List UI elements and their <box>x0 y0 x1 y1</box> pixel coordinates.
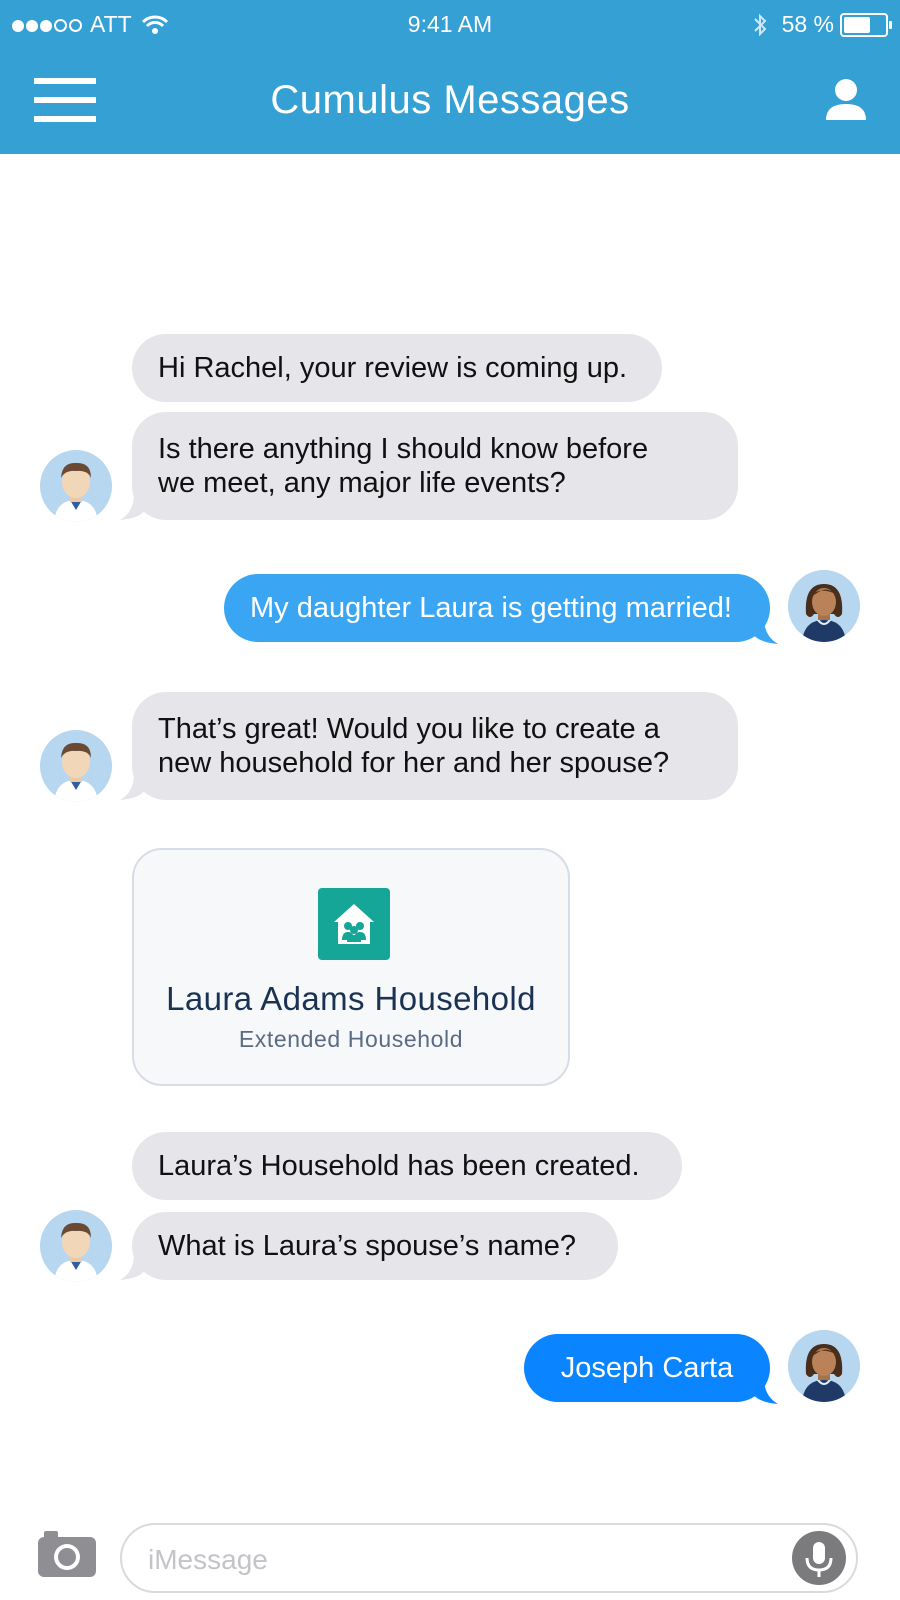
camera-icon[interactable] <box>38 1529 96 1577</box>
bubble-tail <box>120 1254 146 1280</box>
message-bubble: What is Laura’s spouse’s name? <box>132 1212 618 1280</box>
message-text: That’s great! Would you like to create a… <box>158 713 670 779</box>
household-icon <box>318 888 390 960</box>
message-input-placeholder: iMessage <box>148 1544 268 1575</box>
message-text: Hi Rachel, your review is coming up. <box>158 352 628 384</box>
household-type: Extended Household <box>238 1026 464 1052</box>
bluetooth-icon <box>753 13 766 36</box>
message-text: My daughter Laura is getting married! <box>250 592 732 624</box>
battery-icon <box>840 12 892 37</box>
message-composer: iMessage <box>0 1515 900 1600</box>
bubble-tail <box>120 494 146 520</box>
client-avatar <box>788 570 860 642</box>
household-name: Laura Adams Household <box>166 980 536 1017</box>
client-avatar <box>788 1330 860 1402</box>
message-text: Joseph Carta <box>560 1352 734 1384</box>
message-input[interactable]: iMessage <box>120 1523 858 1593</box>
message-bubble: Laura’s Household has been created. <box>132 1132 682 1200</box>
message-bubble: Joseph Carta <box>524 1334 770 1402</box>
person-icon[interactable] <box>824 78 868 122</box>
message-text: Is there anything I should know before w… <box>158 433 649 499</box>
bubble-tail <box>752 618 778 644</box>
advisor-avatar <box>40 1210 112 1282</box>
microphone-icon[interactable] <box>792 1531 846 1585</box>
message-bubble: Hi Rachel, your review is coming up. <box>132 334 662 402</box>
message-bubble: My daughter Laura is getting married! <box>224 574 770 642</box>
app-header: ATT 9:41 AM 58 % Cumulus Messages <box>0 0 900 154</box>
nav-bar: Cumulus Messages <box>0 50 900 154</box>
message-text: What is Laura’s spouse’s name? <box>158 1230 577 1262</box>
household-card[interactable]: Laura Adams Household Extended Household <box>132 848 570 1086</box>
advisor-avatar <box>40 450 112 522</box>
message-bubble: That’s great! Would you like to create a… <box>132 692 738 800</box>
status-bar: ATT 9:41 AM 58 % <box>0 0 900 50</box>
bubble-tail <box>120 774 146 800</box>
message-bubble: Is there anything I should know before w… <box>132 412 738 520</box>
bubble-tail <box>752 1378 778 1404</box>
battery-percent: 58 % <box>781 11 834 37</box>
page-title: Cumulus Messages <box>270 78 630 122</box>
message-text: Laura’s Household has been created. <box>158 1150 640 1182</box>
advisor-avatar <box>40 730 112 802</box>
